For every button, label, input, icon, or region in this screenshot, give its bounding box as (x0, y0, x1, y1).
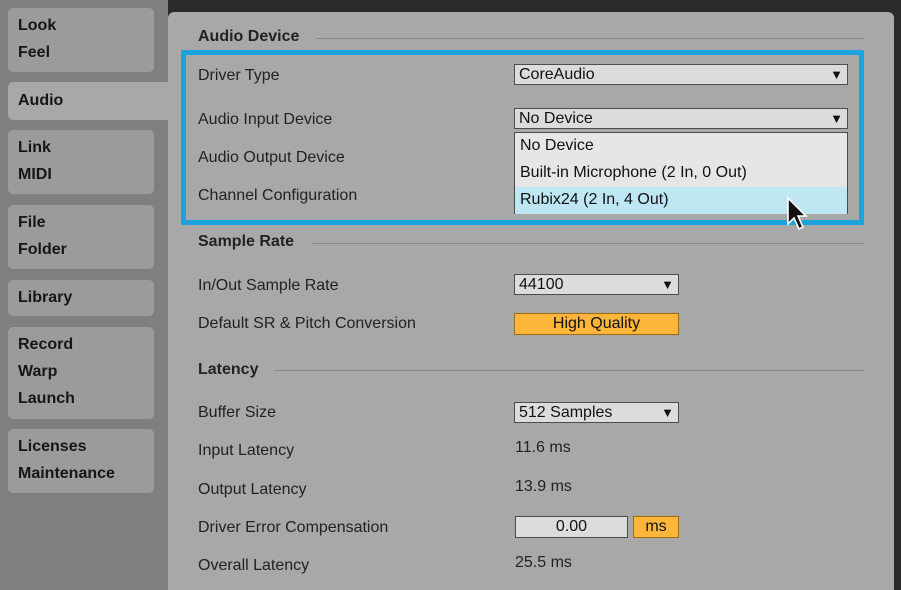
dropdown-option-label: Built-in Microphone (2 In, 0 Out) (520, 164, 747, 181)
tab-file-folder-line-1: File (18, 214, 46, 231)
tab-audio-label: Audio (18, 92, 64, 109)
tab-record-line: Record (18, 336, 74, 353)
audio-input-device-value: No Device (519, 110, 593, 127)
tab-look-feel[interactable]: Look Feel (8, 8, 154, 72)
tab-file-folder[interactable]: File Folder (8, 205, 154, 269)
dropdown-option-label: No Device (520, 137, 594, 154)
tab-library-label: Library (18, 289, 73, 306)
buffer-size-select[interactable]: 512 Samples ▼ (514, 402, 679, 423)
latency-divider (274, 370, 864, 371)
sr-pitch-conversion-label: Default SR & Pitch Conversion (198, 315, 416, 332)
tab-licenses-maintenance[interactable]: Licenses Maintenance (8, 429, 154, 493)
tab-link-midi-line-2: MIDI (18, 166, 52, 183)
tab-record-warp-launch[interactable]: Record Warp Launch (8, 327, 154, 419)
inout-sample-rate-select[interactable]: 44100 ▼ (514, 274, 679, 295)
tab-licenses-line: Licenses (18, 438, 87, 455)
buffer-size-value: 512 Samples (519, 404, 613, 421)
chevron-down-icon: ▼ (661, 405, 674, 420)
tab-warp-line: Warp (18, 363, 58, 380)
tab-link-midi-line-1: Link (18, 139, 51, 156)
chevron-down-icon: ▼ (830, 67, 843, 82)
input-latency-label: Input Latency (198, 442, 295, 459)
tab-link-midi[interactable]: Link MIDI (8, 130, 154, 194)
chevron-down-icon: ▼ (661, 277, 674, 292)
compensation-unit-ms: ms (633, 516, 679, 538)
driver-error-compensation-label: Driver Error Compensation (198, 519, 389, 536)
dropdown-option-built-in-microphone[interactable]: Built-in Microphone (2 In, 0 Out) (515, 160, 847, 187)
tab-look-feel-line-2: Feel (18, 44, 51, 61)
overall-latency-value: 25.5 ms (515, 554, 572, 571)
audio-preferences-panel (168, 12, 894, 590)
output-latency-label: Output Latency (198, 481, 307, 498)
sample-rate-title: Sample Rate (198, 233, 295, 250)
tab-look-feel-line-1: Look (18, 17, 57, 34)
dropdown-option-label: Rubix24 (2 In, 4 Out) (520, 191, 669, 208)
buffer-size-label: Buffer Size (198, 404, 276, 421)
audio-input-device-select[interactable]: No Device ▼ (514, 108, 848, 129)
driver-error-compensation-input[interactable]: 0.00 (515, 516, 628, 538)
overall-latency-label: Overall Latency (198, 557, 310, 574)
latency-title: Latency (198, 361, 259, 378)
chevron-down-icon: ▼ (830, 111, 843, 126)
audio-input-device-label: Audio Input Device (198, 111, 333, 128)
tab-library[interactable]: Library (8, 280, 154, 316)
tab-audio[interactable]: Audio (8, 82, 168, 120)
output-latency-value: 13.9 ms (515, 478, 572, 495)
preferences-window: Look Feel Audio Link MIDI File Folder Li… (0, 0, 901, 590)
inout-sample-rate-value: 44100 (519, 276, 564, 293)
driver-type-select[interactable]: CoreAudio ▼ (514, 64, 848, 85)
dropdown-option-no-device[interactable]: No Device (515, 133, 847, 160)
tab-maintenance-line: Maintenance (18, 465, 115, 482)
audio-device-divider (316, 38, 864, 39)
audio-output-device-label: Audio Output Device (198, 149, 345, 166)
tab-launch-line: Launch (18, 390, 75, 407)
preferences-sidebar: Look Feel Audio Link MIDI File Folder Li… (0, 0, 168, 590)
driver-type-label: Driver Type (198, 67, 280, 84)
channel-configuration-label: Channel Configuration (198, 187, 358, 204)
audio-device-title: Audio Device (198, 28, 300, 45)
sample-rate-divider (312, 243, 864, 244)
input-latency-value: 11.6 ms (515, 439, 571, 456)
driver-type-value: CoreAudio (519, 66, 595, 83)
tab-file-folder-line-2: Folder (18, 241, 67, 258)
high-quality-toggle[interactable]: High Quality (514, 313, 679, 335)
inout-sample-rate-label: In/Out Sample Rate (198, 277, 339, 294)
mouse-pointer-icon (787, 196, 808, 231)
